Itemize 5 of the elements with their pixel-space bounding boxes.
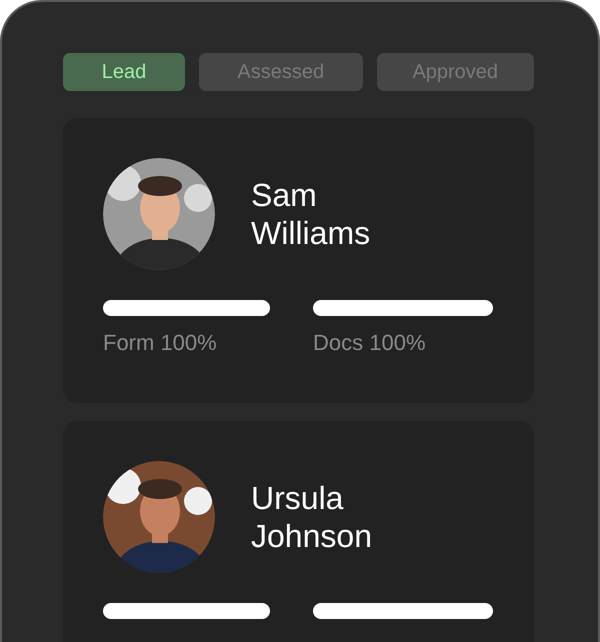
progress-label: Form 100%: [103, 330, 218, 356]
progress-label: Docs 100%: [313, 330, 427, 356]
applicant-name: Ursula Johnson: [251, 479, 372, 555]
status-tab[interactable]: Lead: [63, 53, 186, 91]
applicant-name: Sam Williams: [251, 176, 370, 252]
